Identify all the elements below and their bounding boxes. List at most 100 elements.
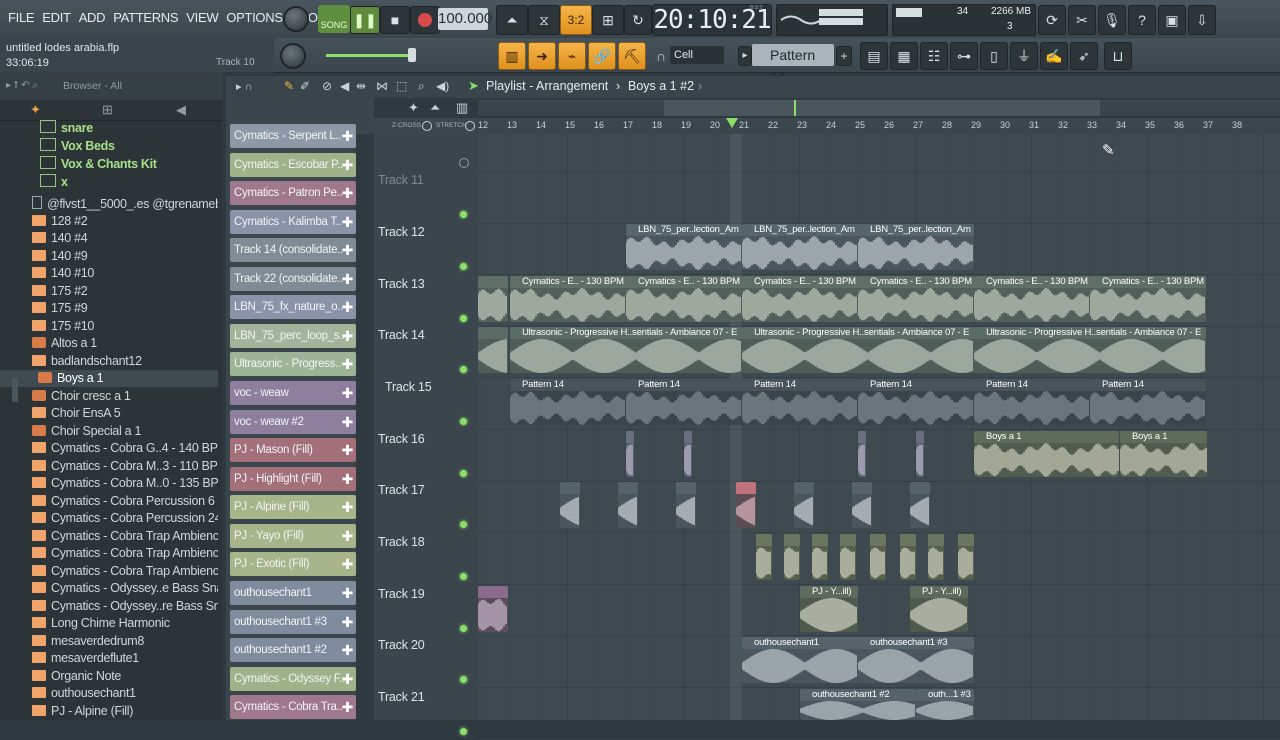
add-channel-icon[interactable]: ✚ [342, 238, 354, 262]
menu-patterns[interactable]: PATTERNS [109, 10, 182, 25]
magnet-icon[interactable]: ∩ [656, 48, 666, 64]
browser-item[interactable]: Choir cresc a 1 [0, 388, 218, 405]
pattern-clip-icon[interactable]: ▥ [456, 100, 468, 116]
playlist-clip[interactable]: Cymatics - E.. - 130 BPM [626, 276, 742, 322]
playlist-clip[interactable] [736, 482, 756, 528]
add-channel-icon[interactable]: ✚ [342, 124, 354, 148]
mixer-button[interactable]: ☷ [920, 42, 948, 70]
playlist-clip[interactable]: Cymatics - E.. - 130 BPM [974, 276, 1090, 322]
plugin-database-button[interactable]: ⏚ [1010, 42, 1038, 70]
loop-record-button[interactable]: ↻ [624, 5, 652, 35]
song-mode-button[interactable]: SONG [318, 5, 350, 33]
menu-file[interactable]: FILE [4, 10, 38, 25]
browser-item[interactable]: 140 #10 [0, 265, 218, 282]
playlist-clip[interactable]: Pattern 14 [742, 379, 858, 425]
channel-button[interactable]: outhousechant1 ✚ [230, 581, 356, 605]
channel-button[interactable]: PJ - Highlight (Fill) ✚ [230, 467, 356, 491]
add-channel-icon[interactable]: ✚ [342, 324, 354, 348]
playlist-arrow-button[interactable]: ➜ [528, 42, 556, 70]
browser-item[interactable]: Cymatics - Cobra Trap Ambience 6 [0, 545, 218, 562]
track-mute-led[interactable] [460, 263, 467, 270]
master-pitch-knob[interactable] [280, 43, 306, 69]
channel-button[interactable]: Cymatics - Cobra Tra.. ✚ [230, 695, 356, 719]
browser-item[interactable]: Cymatics - Cobra M..3 - 110 BPM D Min [0, 458, 218, 475]
snap-selector[interactable]: Cell [670, 46, 724, 64]
browser-item[interactable]: 175 #9 [0, 300, 218, 317]
master-volume-slider[interactable] [326, 54, 416, 57]
channel-button[interactable]: PJ - Mason (Fill) ✚ [230, 438, 356, 462]
draw-tool-button[interactable]: ⌁ [558, 42, 586, 70]
playlist-overview[interactable] [478, 100, 1280, 116]
microphone-button[interactable]: 🎙 [1098, 5, 1126, 35]
stop-button[interactable]: ■ [380, 6, 410, 34]
add-channel-icon[interactable]: ✚ [342, 695, 354, 719]
playlist-clip[interactable] [910, 482, 930, 528]
browser-item[interactable]: Cymatics - Cobra Percussion 24 [0, 510, 218, 527]
channel-button[interactable]: outhousechant1 #3 ✚ [230, 610, 356, 634]
playlist-clip[interactable] [794, 482, 814, 528]
browser-item[interactable]: Vox Beds [0, 138, 218, 155]
playlist-clip[interactable]: Ultrasonic - Progressive H..sentials - A… [510, 327, 742, 373]
channel-button[interactable]: Track 14 (consolidate.. ✚ [230, 238, 356, 262]
link-button[interactable]: 🔗 [588, 42, 616, 70]
add-pattern-button[interactable]: + [836, 46, 852, 66]
track-mute-led[interactable] [460, 521, 467, 528]
touch-controller-button[interactable]: ✍ [1040, 42, 1068, 70]
cut-tool-button[interactable]: ✂ [1068, 5, 1096, 35]
browser-item[interactable]: outhousechant1 [0, 685, 218, 702]
playlist-clip[interactable]: PJ - Y...ill) [910, 586, 968, 632]
add-channel-icon[interactable]: ✚ [342, 352, 354, 376]
channel-button[interactable]: outhousechant1 #2 ✚ [230, 638, 356, 662]
add-channel-icon[interactable]: ✚ [342, 524, 354, 548]
pattern-breadcrumb[interactable]: Boys a 1 #2 [628, 79, 694, 93]
channel-button[interactable]: Cymatics - Odyssey F.. ✚ [230, 667, 356, 691]
playlist-clip[interactable]: outhousechant1 [742, 637, 858, 683]
playlist-clip[interactable]: Cymatics - E.. - 130 BPM [742, 276, 858, 322]
playlist-tool-icons[interactable]: ▸ ∩ [236, 80, 252, 93]
track-label[interactable]: Track 14 [378, 328, 425, 342]
track-mute-led[interactable] [460, 728, 467, 735]
playlist-clip[interactable] [756, 534, 772, 580]
track-label[interactable]: Track 17 [378, 483, 425, 497]
track-label[interactable]: Track 21 [378, 690, 425, 704]
export-button[interactable]: ⇩ [1188, 5, 1216, 35]
piano-roll-button[interactable]: ▥ [498, 42, 526, 70]
project-info-button[interactable]: ▯ [980, 42, 1008, 70]
track-label[interactable]: Track 16 [378, 432, 425, 446]
slice-icon[interactable]: ⋈ [376, 79, 388, 93]
playlist-clip[interactable]: Pattern 14 [974, 379, 1090, 425]
browser-item[interactable]: Cymatics - Cobra Percussion 6 [0, 493, 218, 510]
browser-scrollbar[interactable] [12, 378, 18, 402]
breadcrumb-more-icon[interactable]: › [698, 79, 702, 93]
countdown-button[interactable]: 3:2 [560, 5, 592, 35]
playlist-clip[interactable]: Ultrasonic - Progressive H..sentials - A… [974, 327, 1206, 373]
add-channel-icon[interactable]: ✚ [342, 495, 354, 519]
browser-item[interactable]: Choir Special a 1 [0, 423, 218, 440]
browser-item[interactable]: 128 #2 [0, 213, 218, 230]
add-channel-icon[interactable]: ✚ [342, 210, 354, 234]
channel-button[interactable]: Cymatics - Kalimba T.. ✚ [230, 210, 356, 234]
channel-rack-button[interactable]: ▦ [890, 42, 918, 70]
help-button[interactable]: ? [1128, 5, 1156, 35]
browser-item[interactable]: 175 #10 [0, 318, 218, 335]
menu-edit[interactable]: EDIT [38, 10, 74, 25]
playlist-clip[interactable] [870, 534, 886, 580]
browser-item[interactable]: x [0, 174, 218, 191]
track-mute-led[interactable] [460, 470, 467, 477]
playlist-clip[interactable] [928, 534, 944, 580]
browser-item[interactable]: @flvst1__5000_.es @tgrenamebot [0, 196, 218, 213]
playlist-clip[interactable]: outhousechant1 #2 [800, 689, 916, 720]
browser-item[interactable]: Cymatics - Odyssey..re Bass Snare 6 - F [0, 598, 218, 615]
pause-button[interactable]: ❚❚ [350, 6, 380, 34]
playlist-clip[interactable] [916, 431, 924, 477]
playlist-clip[interactable] [852, 482, 872, 528]
add-channel-icon[interactable]: ✚ [342, 581, 354, 605]
browser-item[interactable]: Choir EnsA 5 [0, 405, 218, 422]
pattern-clone-button[interactable]: ➶ [1070, 42, 1098, 70]
browser-item[interactable]: PJ - Alpine (Fill) [0, 703, 218, 720]
playlist-clip[interactable] [958, 534, 974, 580]
browser-item[interactable]: Cymatics - Cobra Trap Ambience 1 [0, 528, 218, 545]
browser-item[interactable]: 140 #4 [0, 230, 218, 247]
tempo-display[interactable]: 100.000 [438, 8, 492, 30]
timeline-ruler[interactable]: Z-CROSS STRETCH 12 13 14 15 16 17 18 19 20 21 22 23… [374, 118, 1280, 134]
